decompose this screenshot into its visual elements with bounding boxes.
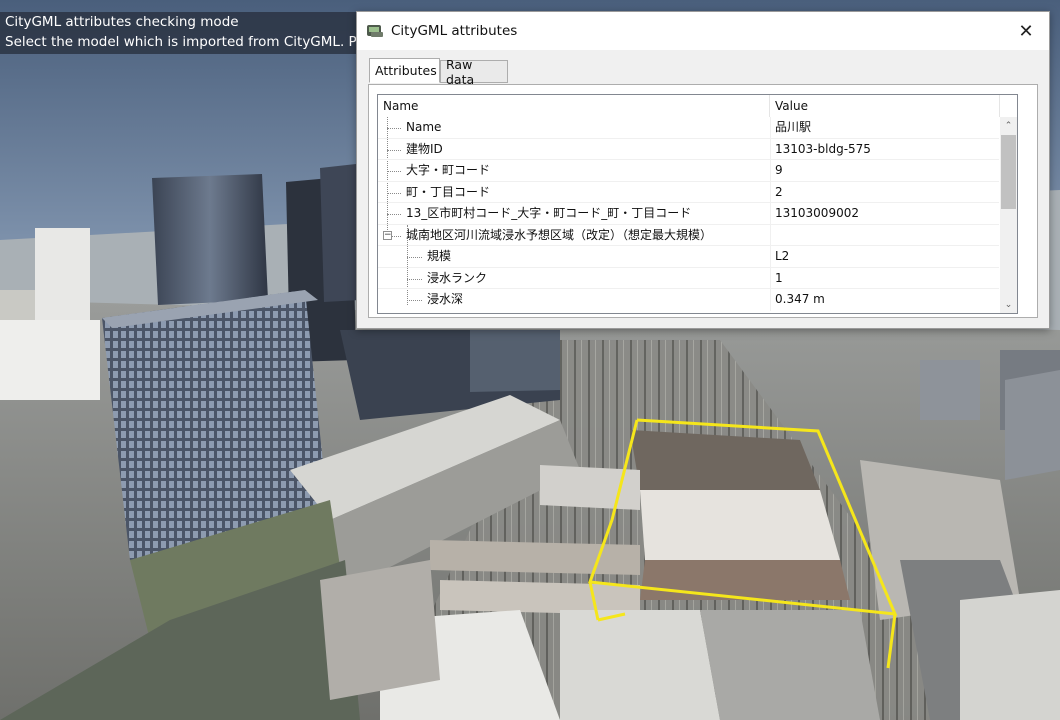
tree-connector — [392, 235, 401, 237]
chevron-down-icon: ⌄ — [1004, 299, 1013, 310]
tab-attributes-label: Attributes — [375, 63, 437, 78]
tree-connector — [407, 257, 422, 258]
scroll-down-button[interactable]: ⌄ — [1000, 296, 1017, 313]
citygml-app-icon — [367, 25, 383, 37]
row-value: 1 — [775, 270, 783, 285]
table-row[interactable]: 浸水深 0.347 m — [378, 289, 999, 311]
row-value: 2 — [775, 184, 783, 199]
row-name: 城南地区河川流域浸水予想区域（改定）（想定最大規模） — [406, 227, 713, 242]
column-divider — [770, 289, 771, 311]
tree-connector — [387, 171, 401, 172]
row-value: 13103009002 — [775, 206, 859, 220]
row-name: 大字・町コード — [406, 163, 491, 177]
tree-connector — [407, 300, 422, 301]
row-name: 浸水ランク — [427, 270, 488, 285]
attributes-tree[interactable]: Name Value Name 品川駅 建物ID 13103-bldg-575 — [377, 94, 1018, 314]
collapse-icon[interactable]: − — [383, 230, 392, 240]
column-divider — [770, 203, 771, 225]
tree-connector — [387, 192, 401, 194]
table-row[interactable]: 浸水ランク 1 — [378, 267, 999, 289]
tab-raw-data-label: Raw data — [446, 56, 475, 87]
table-row[interactable]: 13_区市町村コード_大字・町コード_町・丁目コード 13103009002 — [378, 203, 999, 225]
row-name: 13_区市町村コード_大字・町コード_町・丁目コード — [406, 206, 692, 220]
chevron-up-icon: ⌃ — [1004, 120, 1013, 131]
table-row[interactable]: Name 品川駅 — [378, 117, 999, 139]
column-divider — [770, 181, 771, 203]
dialog-titlebar[interactable]: CityGML attributes ✕ — [357, 12, 1049, 50]
scroll-thumb[interactable] — [1001, 135, 1016, 209]
table-row[interactable]: 建物ID 13103-bldg-575 — [378, 138, 999, 160]
mode-overlay: CityGML attributes checking mode Select … — [0, 12, 360, 54]
tree-header: Name Value — [378, 95, 1017, 117]
tree-connector — [387, 128, 401, 129]
column-divider — [770, 160, 771, 182]
close-button[interactable]: ✕ — [1003, 12, 1049, 50]
row-name: 町・丁目コード — [406, 184, 491, 199]
dialog-title: CityGML attributes — [391, 23, 518, 39]
column-divider — [770, 246, 771, 268]
attributes-panel: Name Value Name 品川駅 建物ID 13103-bldg-575 — [368, 84, 1038, 318]
table-row[interactable]: 規模 L2 — [378, 246, 999, 268]
column-divider — [770, 138, 771, 160]
close-icon: ✕ — [1018, 20, 1034, 42]
mode-title: CityGML attributes checking mode — [5, 14, 239, 30]
vertical-scrollbar[interactable]: ⌃ ⌄ — [1000, 117, 1017, 313]
citygml-attributes-dialog[interactable]: CityGML attributes ✕ Attributes Raw data… — [356, 11, 1050, 329]
tree-connector — [387, 214, 401, 215]
table-row[interactable]: 町・丁目コード 2 — [378, 181, 999, 203]
tab-attributes[interactable]: Attributes — [369, 58, 440, 83]
row-value: 品川駅 — [775, 120, 812, 134]
column-divider — [770, 224, 771, 246]
column-divider — [770, 117, 771, 139]
row-value: L2 — [775, 249, 790, 263]
table-row[interactable]: 大字・町コード 9 — [378, 160, 999, 182]
row-name: 規模 — [427, 249, 452, 263]
tree-connector — [387, 149, 401, 151]
table-row-group[interactable]: − 城南地区河川流域浸水予想区域（改定）（想定最大規模） — [378, 224, 999, 246]
row-value: 13103-bldg-575 — [775, 141, 871, 156]
mode-instruction: Select the model which is imported from … — [5, 34, 357, 50]
tree-connector — [407, 278, 422, 280]
row-name: 浸水深 — [427, 292, 464, 306]
column-divider — [770, 267, 771, 289]
column-header-value[interactable]: Value — [770, 95, 1000, 117]
row-value: 0.347 m — [775, 292, 825, 306]
row-name: 建物ID — [406, 141, 443, 156]
scroll-up-button[interactable]: ⌃ — [1000, 117, 1017, 134]
row-value: 9 — [775, 163, 783, 177]
column-header-name[interactable]: Name — [378, 95, 770, 117]
row-name: Name — [406, 120, 442, 134]
tab-raw-data[interactable]: Raw data — [440, 57, 508, 87]
